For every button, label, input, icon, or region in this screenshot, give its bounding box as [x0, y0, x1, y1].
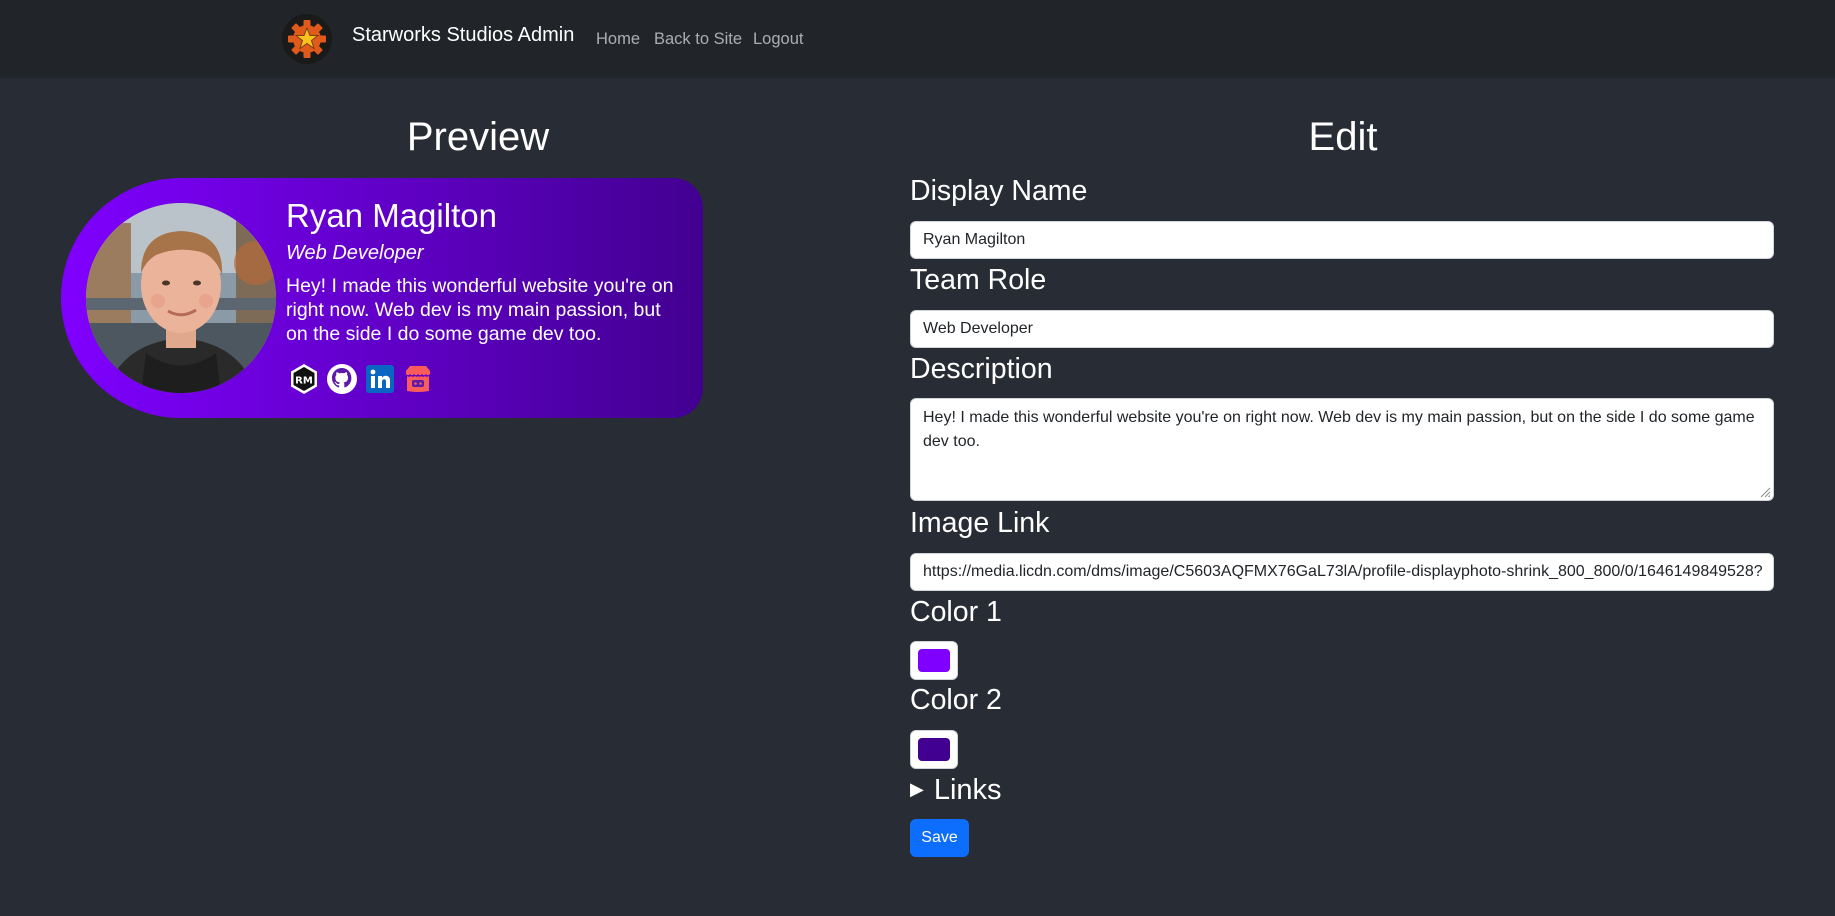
- color1-label: Color 1: [910, 596, 1002, 628]
- disclosure-triangle-icon: ▶: [910, 779, 924, 799]
- color1-swatch-fill: [918, 649, 950, 672]
- linkedin-icon[interactable]: [363, 362, 397, 396]
- github-icon[interactable]: [325, 362, 359, 396]
- rm-logo-icon[interactable]: RM: [287, 362, 321, 396]
- color2-swatch-fill: [918, 738, 950, 761]
- navbar: Starworks Studios Admin Home Back to Sit…: [0, 0, 1835, 78]
- nav-link-home[interactable]: Home: [596, 30, 640, 49]
- edit-heading: Edit: [1308, 115, 1378, 159]
- resize-grip-icon[interactable]: [1759, 486, 1771, 498]
- team-role-input[interactable]: Web Developer: [910, 310, 1774, 348]
- links-summary-label: Links: [933, 774, 1002, 806]
- brand-name[interactable]: Starworks Studios Admin: [352, 24, 574, 47]
- nav-link-back-to-site[interactable]: Back to Site: [654, 30, 742, 49]
- avatar: [86, 203, 276, 393]
- save-button[interactable]: Save: [910, 819, 969, 857]
- starworks-logo-icon[interactable]: [282, 14, 332, 64]
- description-text: Hey! I made this wonderful website you'r…: [923, 409, 1755, 450]
- card-team-role: Web Developer: [286, 242, 424, 264]
- color1-picker[interactable]: [910, 641, 958, 680]
- description-label: Description: [910, 353, 1053, 385]
- color2-picker[interactable]: [910, 730, 958, 769]
- team-role-label: Team Role: [910, 264, 1047, 296]
- preview-heading: Preview: [406, 115, 550, 159]
- card-description: Hey! I made this wonderful website you'r…: [286, 275, 674, 345]
- display-name-input[interactable]: Ryan Magilton: [910, 221, 1774, 259]
- image-link-input[interactable]: https://media.licdn.com/dms/image/C5603A…: [910, 553, 1774, 591]
- image-link-label: Image Link: [910, 507, 1050, 539]
- svg-text:RM: RM: [295, 376, 313, 387]
- nav-link-logout[interactable]: Logout: [753, 30, 803, 49]
- profile-preview-card: Ryan Magilton Web Developer Hey! I made …: [61, 178, 703, 418]
- itchio-icon[interactable]: [401, 362, 435, 396]
- card-display-name: Ryan Magilton: [286, 197, 497, 234]
- color2-label: Color 2: [910, 684, 1002, 716]
- display-name-label: Display Name: [910, 175, 1088, 207]
- description-textarea[interactable]: Hey! I made this wonderful website you'r…: [910, 398, 1774, 501]
- links-disclosure[interactable]: ▶ Links: [910, 774, 1002, 807]
